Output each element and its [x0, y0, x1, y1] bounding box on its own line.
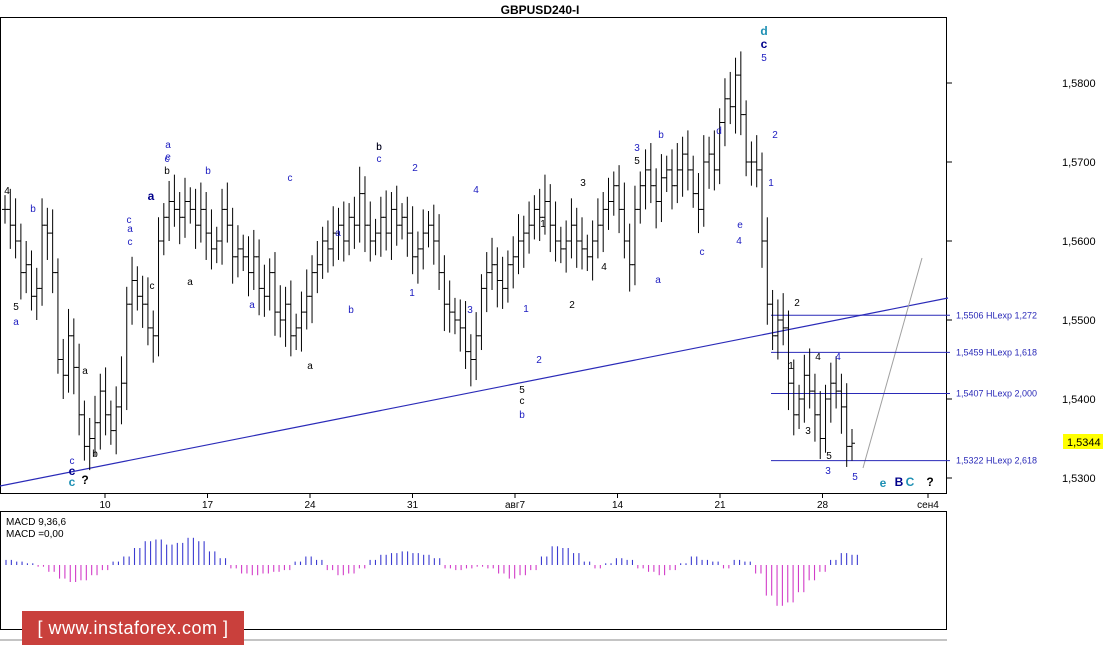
wave-label: 4: [4, 186, 10, 197]
current-price-label: 1,5344: [1067, 437, 1101, 449]
wave-label: b: [30, 204, 36, 215]
wave-label: e: [880, 476, 887, 490]
wave-label: 1: [523, 304, 529, 315]
watermark: [ www.instaforex.com ]: [22, 611, 244, 645]
time-tick-label: 24: [304, 500, 316, 511]
wave-label: 5: [519, 385, 525, 396]
time-tick-label: 21: [714, 500, 726, 511]
wave-label: ?: [926, 475, 933, 489]
wave-label: e: [165, 152, 171, 163]
wave-label: b: [519, 410, 525, 421]
time-tick-label: 28: [817, 500, 829, 511]
wave-label: 3: [580, 178, 586, 189]
price-tick-label: 1,5700: [1062, 157, 1096, 169]
time-tick-label: 31: [407, 500, 419, 511]
macd-label-1: MACD 9,36,6: [6, 517, 66, 528]
wave-label: c: [761, 37, 768, 51]
wave-label: 5: [826, 451, 832, 462]
time-tick-label: 10: [99, 500, 111, 511]
wave-label: ?: [81, 473, 88, 487]
price-tick-label: 1,5800: [1062, 78, 1096, 90]
wave-label: c: [69, 475, 76, 489]
chart-svg: GBPUSD240-I 1,5300 1,5400 1,5500 1,5600 1,57…: [0, 3, 1103, 641]
chart-root: GBPUSD240-I 1,5300 1,5400 1,5500 1,5600 1,57…: [0, 0, 1105, 661]
wave-label: a: [249, 300, 255, 311]
price-tick-label: 1,5500: [1062, 315, 1096, 327]
wave-label: 2: [536, 355, 542, 366]
price-tick-label: 1,5300: [1062, 473, 1096, 485]
wave-label: b: [376, 142, 382, 153]
time-tick-label: 14: [612, 500, 624, 511]
wave-label: e: [737, 220, 743, 231]
wave-label: c: [150, 281, 155, 292]
time-tick-label: авг7: [505, 500, 526, 511]
wave-label: 1: [409, 288, 415, 299]
wave-label: 3: [467, 305, 473, 316]
wave-label: 5: [13, 302, 19, 313]
time-tick-label: сен4: [917, 500, 939, 511]
wave-label: 4: [835, 352, 841, 363]
wave-label: 4: [601, 262, 607, 273]
macd-label-2: MACD =0,00: [6, 529, 64, 540]
wave-label: 1: [768, 178, 774, 189]
level-label: 1,5407 HLexp 2,000: [956, 388, 1037, 398]
time-axis: 10 17 24 31 авг7 14 21 28 сен4: [99, 493, 939, 511]
price-axis: 1,5300 1,5400 1,5500 1,5600 1,5700 1,5800: [947, 78, 1096, 485]
wave-label: 1: [540, 219, 546, 230]
wave-label: a: [82, 366, 88, 377]
wave-label: c: [520, 396, 525, 407]
wave-label: 2: [772, 130, 778, 141]
wave-label: b: [164, 166, 170, 177]
wave-label: a: [13, 317, 19, 328]
wave-label: a: [165, 140, 171, 151]
wave-label: 4: [473, 185, 479, 196]
wave-label: B: [895, 475, 904, 489]
wave-label: a: [655, 275, 661, 286]
wave-label: C: [906, 475, 915, 489]
wave-label: b: [658, 130, 664, 141]
wave-label: c: [127, 215, 132, 226]
wave-label: c: [700, 247, 705, 258]
level-label: 1,5506 HLexp 1,272: [956, 310, 1037, 320]
wave-label: c: [128, 237, 133, 248]
wave-label: 5: [634, 156, 640, 167]
chart-title: GBPUSD240-I: [501, 3, 580, 17]
wave-label: 4: [815, 352, 821, 363]
wave-label: b: [205, 166, 211, 177]
wave-label: 5: [852, 472, 858, 483]
wave-label: a: [187, 277, 193, 288]
time-tick-label: 17: [202, 500, 214, 511]
wave-label: d: [760, 24, 767, 38]
wave-label: 5: [761, 53, 767, 64]
wave-label: c: [377, 154, 382, 165]
wave-label: 2: [569, 300, 575, 311]
wave-label: a: [335, 228, 341, 239]
wave-label: 3: [634, 143, 640, 154]
wave-label: d: [716, 126, 722, 137]
wave-label: 4: [736, 236, 742, 247]
wave-label: 2: [412, 163, 418, 174]
level-label: 1,5322 HLexp 2,618: [956, 456, 1037, 466]
wave-label: 1: [788, 361, 794, 372]
level-label: 1,5459 HLexp 1,618: [956, 347, 1037, 357]
wave-label: b: [92, 449, 98, 460]
wave-label: b: [348, 305, 354, 316]
price-tick-label: 1,5400: [1062, 394, 1096, 406]
wave-label: a: [307, 361, 313, 372]
wave-label: a: [148, 189, 155, 203]
wave-label: c: [288, 173, 293, 184]
wave-label: 3: [805, 426, 811, 437]
current-price-tag: 1,5344: [1063, 434, 1103, 449]
wave-label: 3: [825, 466, 831, 477]
wave-label: 2: [794, 298, 800, 309]
price-tick-label: 1,5600: [1062, 236, 1096, 248]
